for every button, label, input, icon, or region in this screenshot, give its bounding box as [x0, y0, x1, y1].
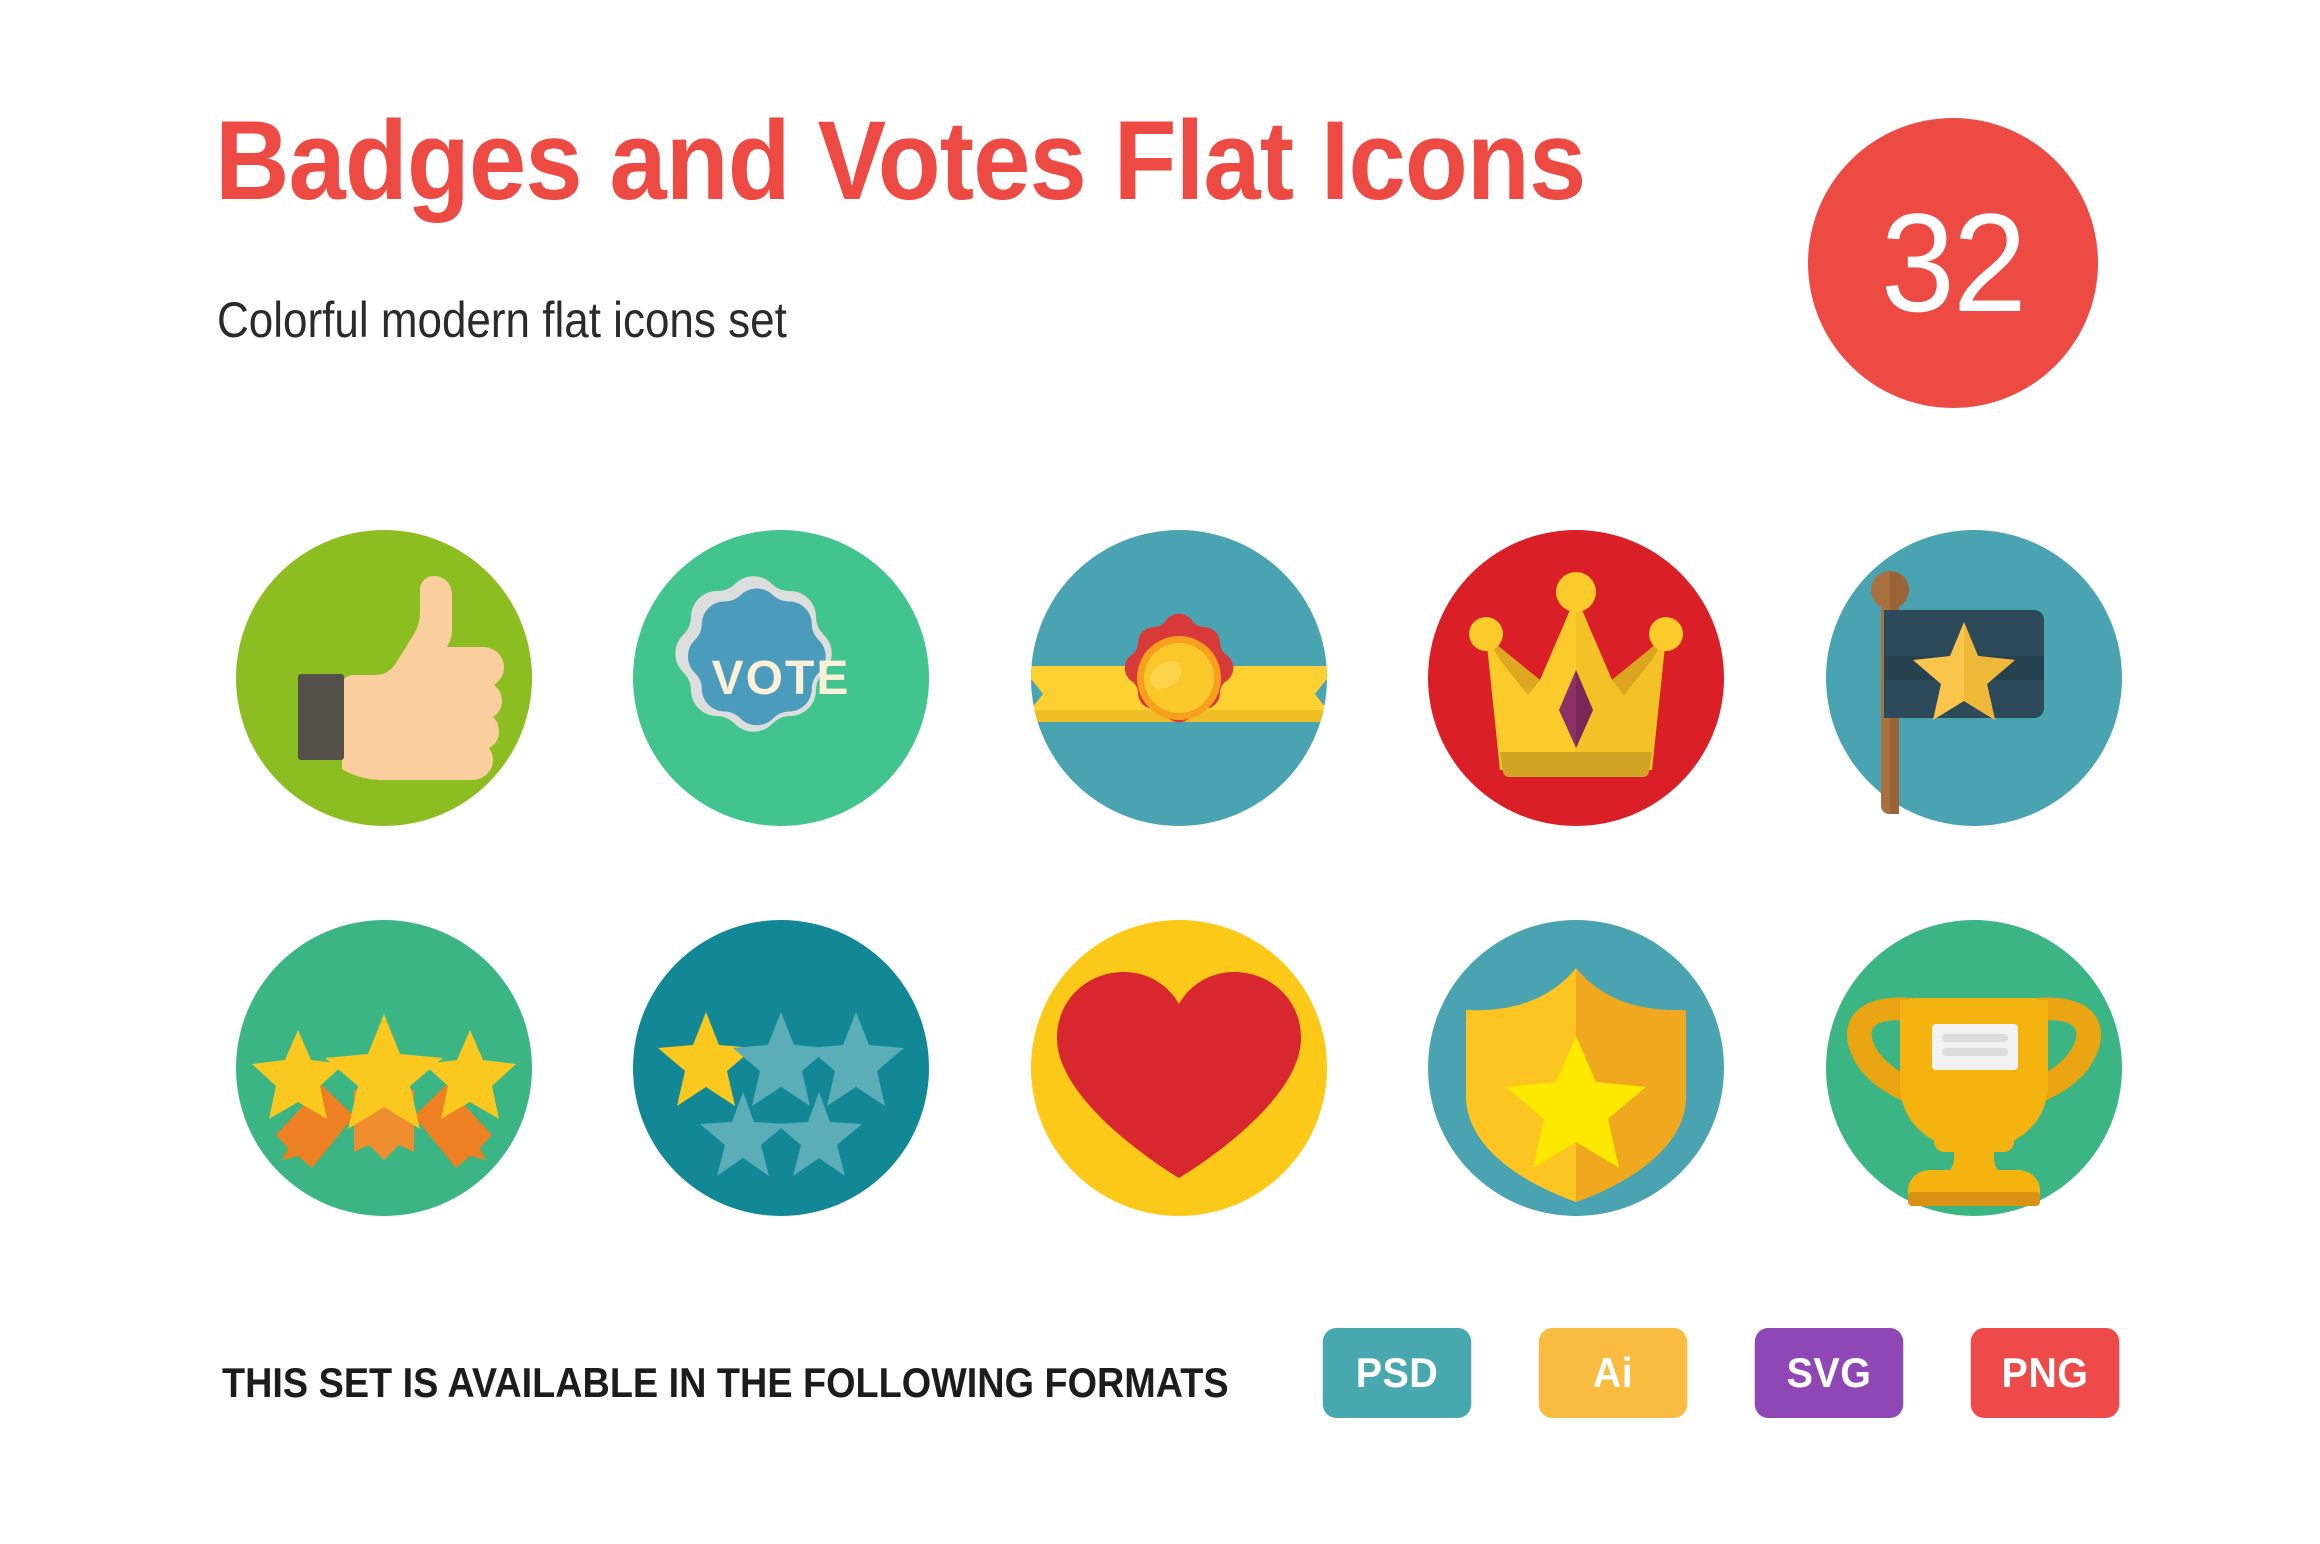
rosette-ribbon-icon — [1031, 530, 1327, 826]
format-badge-psd[interactable]: PSD — [1322, 1328, 1472, 1418]
icon-cell-vote-badge[interactable]: VOTE — [633, 530, 929, 826]
page-title: Badges and Votes Flat Icons — [215, 98, 1586, 223]
format-badges: PSD Ai SVG PNG — [1318, 1328, 2124, 1418]
icon-grid: VOTE — [0, 530, 2320, 1320]
star-rating-icon — [633, 920, 929, 1216]
format-badge-ai-label: Ai — [1592, 1349, 1634, 1396]
heart-icon — [1031, 920, 1327, 1216]
three-shooting-stars-icon — [236, 920, 532, 1216]
vote-badge-icon: VOTE — [633, 530, 929, 826]
icon-cell-star-flag[interactable] — [1826, 530, 2122, 826]
icon-cell-heart[interactable] — [1031, 920, 1327, 1216]
star-flag-icon — [1826, 530, 2122, 826]
vote-badge-text: VOTE — [712, 652, 851, 705]
icon-cell-star-shield[interactable] — [1428, 920, 1724, 1216]
thumbs-up-icon — [236, 530, 532, 826]
format-badge-ai[interactable]: Ai — [1538, 1328, 1688, 1418]
format-badge-svg[interactable]: SVG — [1754, 1328, 1904, 1418]
format-badge-svg-label: SVG — [1786, 1349, 1872, 1396]
format-badge-psd-label: PSD — [1355, 1349, 1439, 1396]
header: Badges and Votes Flat Icons Colorful mod… — [0, 0, 2320, 440]
crown-icon — [1428, 530, 1724, 826]
star-shield-icon — [1428, 920, 1724, 1216]
icon-cell-star-rating[interactable] — [633, 920, 929, 1216]
icon-cell-three-shooting-stars[interactable] — [236, 920, 532, 1216]
trophy-icon — [1826, 920, 2122, 1216]
icon-count-badge: 32 — [1808, 118, 2098, 408]
page-subtitle: Colorful modern flat icons set — [217, 292, 787, 348]
format-badge-png-label: PNG — [2001, 1349, 2089, 1396]
format-badge-png[interactable]: PNG — [1970, 1328, 2120, 1418]
icon-cell-trophy[interactable] — [1826, 920, 2122, 1216]
icon-cell-crown[interactable] — [1428, 530, 1724, 826]
icon-count-value: 32 — [1880, 184, 2027, 341]
icon-cell-rosette-ribbon[interactable] — [1031, 530, 1327, 826]
footer: THIS SET IS AVAILABLE IN THE FOLLOWING F… — [0, 1328, 2320, 1470]
formats-label: THIS SET IS AVAILABLE IN THE FOLLOWING F… — [222, 1359, 1229, 1406]
icon-cell-thumbs-up[interactable] — [236, 530, 532, 826]
